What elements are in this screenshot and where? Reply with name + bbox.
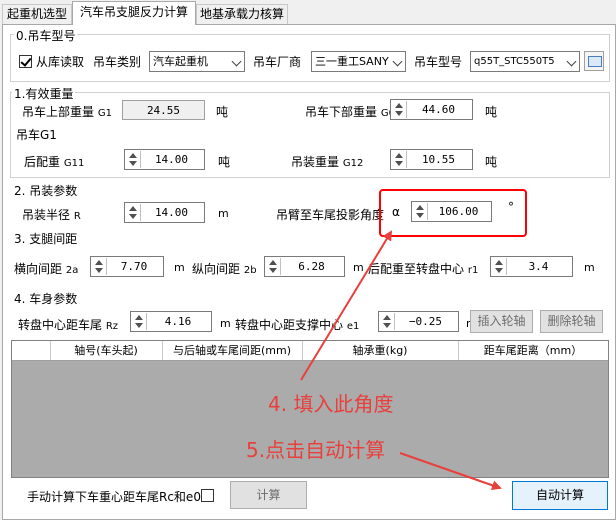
annotation-step5: 5.点击自动计算: [246, 438, 386, 462]
arrow-to-angle: [300, 230, 393, 381]
tab-outrigger-reaction[interactable]: 汽车吊支腿反力计算: [72, 1, 196, 25]
annotation-step4: 4. 填入此角度: [268, 392, 394, 416]
arrow-to-auto-calc: [399, 452, 502, 491]
